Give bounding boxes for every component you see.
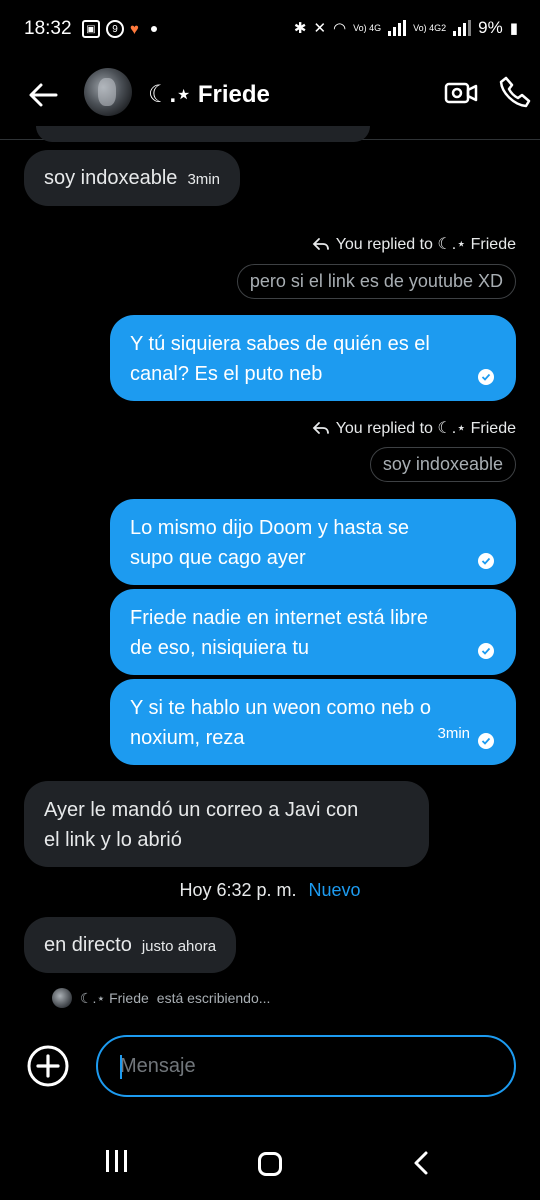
signal-icon bbox=[388, 20, 407, 36]
read-check-icon bbox=[478, 643, 494, 659]
read-check-icon bbox=[478, 369, 494, 385]
typing-avatar bbox=[52, 988, 72, 1008]
battery-icon: ▮ bbox=[509, 20, 518, 37]
outgoing-message[interactable]: Friede nadie en internet está libre de e… bbox=[110, 589, 516, 675]
message-text-line1: Friede nadie en internet está libre bbox=[130, 607, 428, 629]
message-text-line2: de eso, nisiquiera tu bbox=[130, 637, 310, 659]
reply-label: You replied to ☾.⋆ Friede bbox=[312, 234, 516, 254]
message-text-line1: Ayer le mandó un correo a Javi con bbox=[44, 799, 359, 821]
quoted-message[interactable]: soy indoxeable bbox=[369, 447, 516, 482]
contact-avatar[interactable] bbox=[84, 68, 132, 116]
message-text-line1: Y tú siquiera sabes de quién es el bbox=[130, 333, 430, 355]
outgoing-message[interactable]: Y tú siquiera sabes de quién es el canal… bbox=[110, 315, 516, 401]
reply-arrow-icon bbox=[312, 238, 329, 250]
incoming-message[interactable]: soy indoxeable 3min bbox=[24, 150, 240, 206]
incoming-message[interactable]: en directo justo ahora bbox=[24, 917, 237, 973]
message-text: soy indoxeable bbox=[44, 167, 178, 189]
outgoing-message[interactable]: Y si te hablo un weon como neb o noxium,… bbox=[110, 679, 516, 765]
message-text-line2: el link y lo abrió bbox=[44, 829, 182, 851]
home-icon[interactable] bbox=[258, 1152, 282, 1176]
video-call-icon[interactable] bbox=[444, 78, 478, 108]
typing-indicator: ☾.⋆ Friede está escribiendo... bbox=[52, 988, 270, 1008]
status-bar: 18:32 ▣ 9 ♥ ✱ ✕ ◠ Vo) 4G Vo) 4G2 9% ▮ bbox=[0, 0, 540, 60]
wifi-icon: ◠ bbox=[333, 20, 347, 37]
add-attachment-icon[interactable] bbox=[26, 1044, 70, 1088]
new-label: Nuevo bbox=[308, 880, 361, 900]
message-timestamp: 3min bbox=[187, 171, 220, 188]
typing-name: ☾.⋆ Friede bbox=[80, 989, 149, 1006]
message-text: en directo bbox=[44, 934, 132, 956]
recent-apps-icon[interactable] bbox=[106, 1150, 127, 1172]
typing-status: está escribiendo... bbox=[156, 990, 271, 1006]
message-input[interactable] bbox=[98, 1037, 514, 1095]
status-system-icons: ✱ ✕ ◠ Vo) 4G Vo) 4G2 9% ▮ bbox=[294, 18, 518, 38]
previous-message-bubble bbox=[36, 126, 370, 142]
message-timestamp: 3min bbox=[437, 725, 470, 742]
nav-back-icon[interactable] bbox=[410, 1150, 434, 1176]
new-messages-divider: Hoy 6:32 p. m. Nuevo bbox=[0, 880, 540, 901]
message-text-line2: supo que cago ayer bbox=[130, 547, 306, 569]
reply-label-text: You replied to ☾.⋆ Friede bbox=[335, 420, 516, 437]
reply-arrow-icon bbox=[312, 422, 329, 434]
divider-time: Hoy 6:32 p. m. bbox=[179, 880, 297, 900]
message-text-line1: Lo mismo dijo Doom y hasta se bbox=[130, 517, 410, 539]
status-time: 18:32 bbox=[24, 18, 72, 39]
status-notifications: ▣ 9 ♥ bbox=[82, 20, 157, 38]
message-text-line2: canal? Es el puto neb bbox=[130, 363, 323, 385]
reply-label: You replied to ☾.⋆ Friede bbox=[312, 418, 516, 438]
message-composer[interactable] bbox=[96, 1035, 516, 1097]
notification-count-badge: 9 bbox=[106, 20, 124, 38]
mute-icon: ✕ bbox=[313, 20, 327, 37]
message-timestamp: justo ahora bbox=[141, 938, 217, 955]
app-heart-icon: ♥ bbox=[130, 20, 139, 38]
network-label-2: Vo) 4G2 bbox=[413, 22, 447, 33]
gallery-icon: ▣ bbox=[82, 20, 100, 38]
signal-icon-2 bbox=[453, 20, 472, 36]
back-arrow-icon[interactable] bbox=[26, 78, 60, 112]
phone-icon[interactable] bbox=[498, 75, 532, 109]
bluetooth-icon: ✱ bbox=[293, 20, 307, 37]
system-nav-bar bbox=[0, 1130, 540, 1200]
quoted-message[interactable]: pero si el link es de youtube XD bbox=[236, 264, 516, 299]
battery-level: 9% bbox=[478, 18, 503, 37]
reply-label-text: You replied to ☾.⋆ Friede bbox=[335, 236, 516, 253]
read-check-icon bbox=[478, 553, 494, 569]
text-caret bbox=[120, 1055, 122, 1079]
more-notifications-dot bbox=[150, 26, 157, 32]
outgoing-message[interactable]: Lo mismo dijo Doom y hasta se supo que c… bbox=[110, 499, 516, 585]
incoming-message[interactable]: Ayer le mandó un correo a Javi con el li… bbox=[24, 781, 429, 867]
contact-name[interactable]: ☾.⋆ Friede bbox=[148, 80, 270, 109]
network-label-1: Vo) 4G bbox=[353, 22, 382, 33]
read-check-icon bbox=[478, 733, 494, 749]
